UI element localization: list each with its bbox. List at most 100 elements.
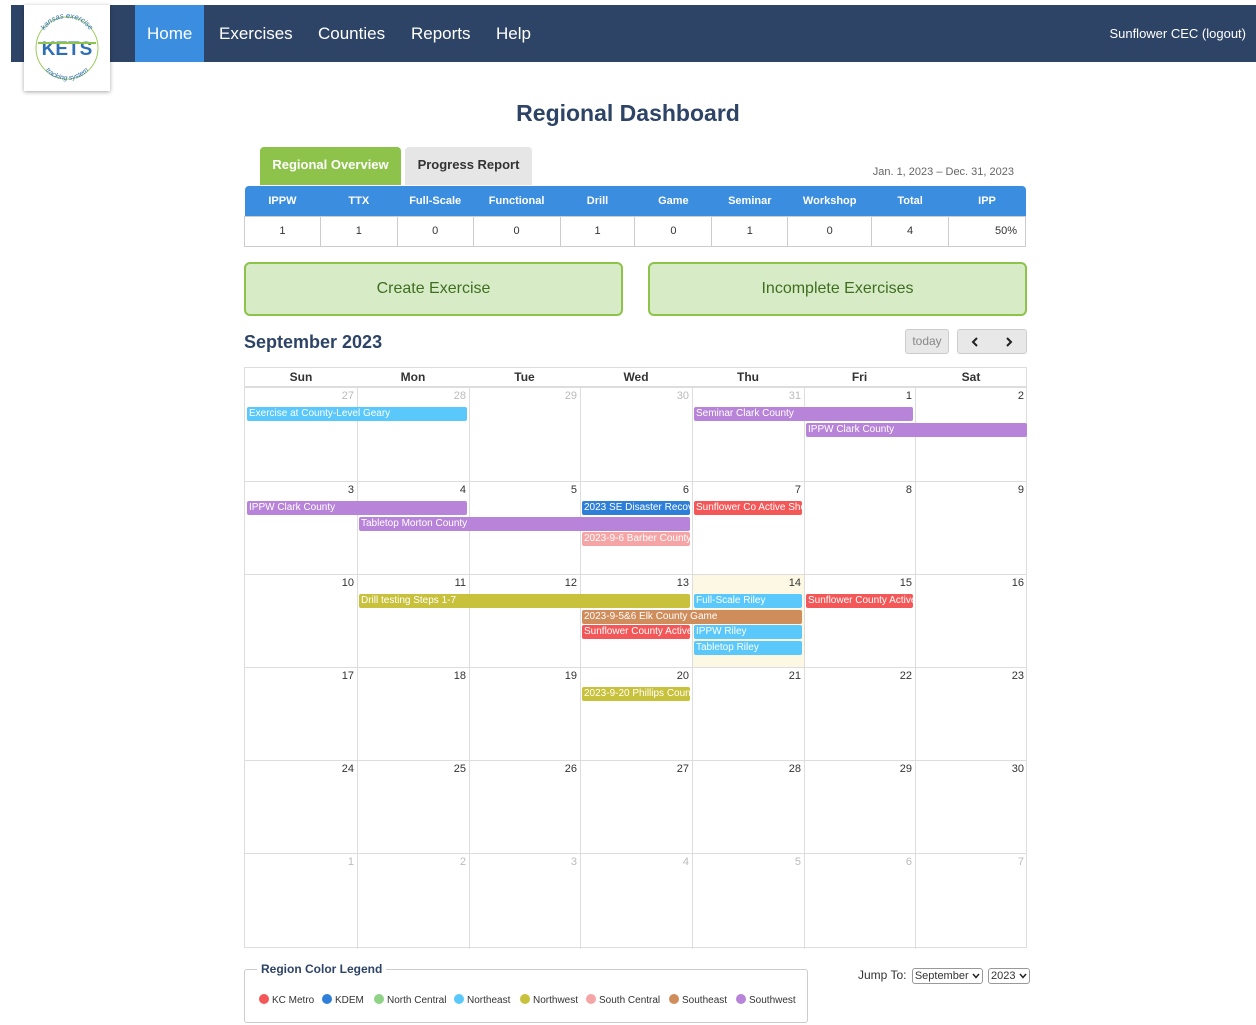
calendar-day-cell[interactable]: 28 [692, 760, 804, 853]
day-number: 24 [341, 763, 354, 775]
calendar-day-cell[interactable]: 3 [469, 853, 580, 949]
calendar-event[interactable]: Sunflower County Active [582, 625, 690, 639]
tab-regional-overview[interactable]: Regional Overview [260, 147, 401, 185]
nav-exercises[interactable]: Exercises [207, 5, 305, 62]
calendar-day-cell[interactable]: 27 [580, 760, 692, 853]
calendar-day-cell[interactable]: 22 [804, 667, 915, 760]
stats-header: Full-Scale [397, 186, 474, 216]
calendar-day-cell[interactable]: 7 [692, 481, 804, 574]
day-number: 2 [459, 856, 466, 868]
calendar-day-cell[interactable]: 21 [692, 667, 804, 760]
stats-value: 1 [559, 215, 636, 247]
day-number: 21 [788, 670, 801, 682]
day-number: 30 [1011, 763, 1024, 775]
calendar-event[interactable]: Tabletop Morton County [359, 516, 690, 531]
day-number: 11 [454, 577, 466, 589]
calendar-day-cell[interactable]: 28 [357, 387, 469, 481]
stats-header: Drill [560, 186, 635, 216]
calendar-day-cell[interactable]: 1 [245, 853, 357, 949]
today-button[interactable]: today [905, 329, 949, 354]
calendar-event[interactable]: Sunflower Co Active Shooter [694, 501, 802, 515]
year-select[interactable]: 2023 [988, 968, 1030, 984]
calendar-event[interactable]: Seminar Clark County [694, 407, 913, 421]
tab-progress-report[interactable]: Progress Report [405, 147, 532, 185]
create-exercise-button[interactable]: Create Exercise [244, 262, 623, 316]
calendar-day-cell[interactable]: 23 [915, 667, 1027, 760]
dow-header: Thu [692, 368, 804, 387]
day-number: 22 [899, 670, 912, 682]
calendar-event[interactable]: IPPW Clark County [806, 422, 1027, 437]
calendar-event[interactable]: 2023-9-6 Barber County [582, 532, 690, 546]
calendar-day-cell[interactable]: 3 [245, 481, 357, 574]
day-number: 12 [564, 577, 577, 589]
calendar-day-cell[interactable]: 16 [915, 574, 1027, 667]
calendar-event[interactable]: Drill testing Steps 1-7 [359, 594, 690, 608]
calendar-day-cell[interactable]: 15 [804, 574, 915, 667]
calendar-day-cell[interactable]: 6 [804, 853, 915, 949]
calendar-day-cell[interactable]: 12 [469, 574, 580, 667]
calendar-day-cell[interactable]: 10 [245, 574, 357, 667]
day-number: 29 [564, 390, 577, 402]
prev-month-button[interactable] [958, 330, 992, 353]
calendar-event[interactable]: 2023-9-20 Phillips County [582, 687, 690, 701]
calendar-day-cell[interactable]: 18 [357, 667, 469, 760]
calendar-day-cell[interactable]: 29 [469, 387, 580, 481]
calendar-day-cell[interactable]: 2 [357, 853, 469, 949]
calendar-event[interactable]: Sunflower County Active [806, 594, 913, 608]
legend-title: Region Color Legend [257, 962, 387, 976]
kets-logo[interactable]: kansas exercise KETS tracking system [24, 5, 110, 91]
calendar-event[interactable]: IPPW Riley [694, 625, 802, 639]
day-number: 27 [676, 763, 689, 775]
calendar-day-cell[interactable]: 31 [692, 387, 804, 481]
calendar-event[interactable]: 2023 SE Disaster Recovery [582, 501, 690, 515]
next-month-button[interactable] [992, 330, 1026, 353]
stats-header: Seminar [711, 186, 788, 216]
calendar-day-cell[interactable]: 17 [245, 667, 357, 760]
calendar-event[interactable]: 2023-9-5&6 Elk County Game [582, 609, 802, 624]
chevron-down-icon [972, 973, 980, 979]
legend-item: Southeast [669, 994, 727, 1006]
day-number: 4 [459, 484, 466, 496]
calendar-day-cell[interactable]: 7 [915, 853, 1027, 949]
month-select[interactable]: September [911, 968, 983, 984]
day-number: 13 [676, 577, 689, 589]
nav-help[interactable]: Help [484, 5, 543, 62]
calendar-event[interactable]: Tabletop Riley [694, 640, 802, 655]
legend-dot [669, 994, 679, 1004]
dow-header: Sun [245, 368, 357, 387]
calendar-event[interactable]: Exercise at County-Level Geary [247, 407, 467, 421]
calendar-day-cell[interactable]: 20 [580, 667, 692, 760]
calendar-day-cell[interactable]: 4 [580, 853, 692, 949]
day-number: 19 [564, 670, 577, 682]
calendar-day-cell[interactable]: 26 [469, 760, 580, 853]
calendar-day-cell[interactable]: 30 [915, 760, 1027, 853]
incomplete-exercises-button[interactable]: Incomplete Exercises [648, 262, 1027, 316]
nav-counties[interactable]: Counties [306, 5, 397, 62]
legend-dot [259, 994, 269, 1004]
stats-header: IPPW [244, 186, 321, 216]
day-number: 30 [676, 390, 689, 402]
day-number: 29 [899, 763, 912, 775]
calendar-day-cell[interactable]: 9 [915, 481, 1027, 574]
calendar-day-cell[interactable]: 30 [580, 387, 692, 481]
day-number: 10 [341, 577, 354, 589]
day-number: 7 [1017, 856, 1024, 868]
stats-header: TTX [320, 186, 398, 216]
calendar-day-cell[interactable]: 24 [245, 760, 357, 853]
stats-header: Functional [473, 186, 561, 216]
calendar-day-cell[interactable]: 5 [692, 853, 804, 949]
calendar-day-cell[interactable]: 8 [804, 481, 915, 574]
day-number: 8 [905, 484, 912, 496]
calendar-day-cell[interactable]: 27 [245, 387, 357, 481]
calendar-event[interactable]: Full-Scale Riley [694, 594, 802, 608]
stats-header: Workshop [787, 186, 872, 216]
calendar-day-cell[interactable]: 29 [804, 760, 915, 853]
calendar-event[interactable]: IPPW Clark County [247, 501, 467, 515]
calendar-day-cell[interactable]: 11 [357, 574, 469, 667]
nav-home[interactable]: Home [135, 5, 205, 62]
user-logout-link[interactable]: Sunflower CEC (logout) [1109, 5, 1246, 62]
calendar-day-cell[interactable]: 19 [469, 667, 580, 760]
stats-value: 0 [787, 215, 873, 247]
nav-reports[interactable]: Reports [399, 5, 483, 62]
calendar-day-cell[interactable]: 25 [357, 760, 469, 853]
